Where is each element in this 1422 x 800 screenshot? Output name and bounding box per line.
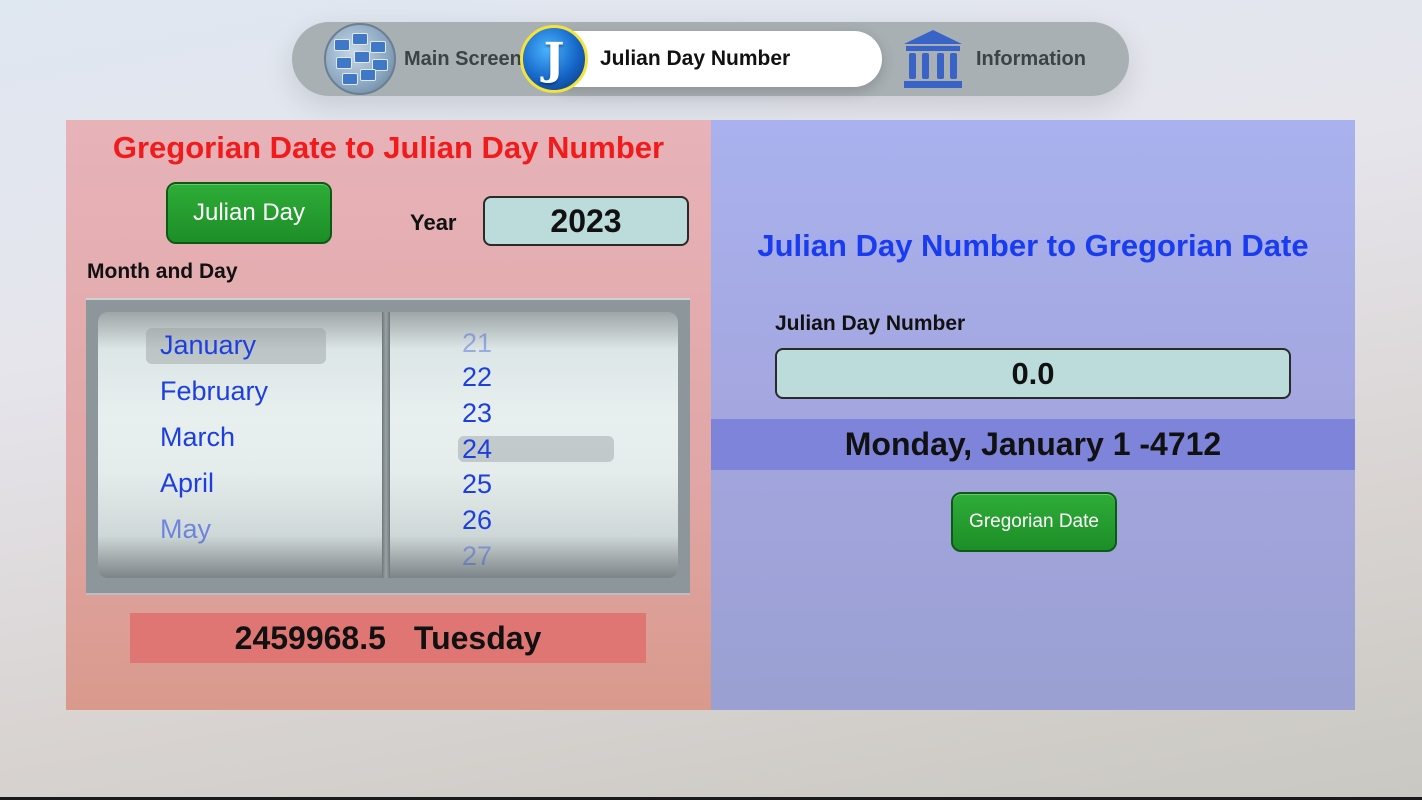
month-item-march[interactable]: March bbox=[160, 422, 235, 453]
tab-julian-day-number[interactable]: J Julian Day Number bbox=[520, 25, 882, 93]
gregorian-to-julian-panel: Gregorian Date to Julian Day Number Juli… bbox=[66, 120, 711, 710]
julian-day-number-label: Julian Day Number bbox=[775, 312, 966, 335]
month-item-april[interactable]: April bbox=[160, 468, 214, 499]
tab-main-screen-label: Main Screen bbox=[404, 47, 522, 70]
julian-to-gregorian-title: Julian Day Number to Gregorian Date bbox=[757, 228, 1309, 263]
tab-julian-day-number-label: Julian Day Number bbox=[600, 47, 791, 70]
julian-day-number-input[interactable]: 0.0 bbox=[775, 348, 1291, 399]
picker-wheels: January February March April May 21 22 2… bbox=[98, 312, 678, 578]
day-item-25[interactable]: 25 bbox=[462, 469, 492, 500]
day-item-27[interactable]: 27 bbox=[462, 541, 492, 572]
year-input[interactable]: 2023 bbox=[483, 196, 689, 246]
day-item-22[interactable]: 22 bbox=[462, 362, 492, 393]
bank-building-icon bbox=[904, 30, 962, 88]
gregorian-to-julian-title: Gregorian Date to Julian Day Number bbox=[112, 130, 665, 165]
tab-bar: Main Screen J Julian Day Number Informat… bbox=[292, 22, 1129, 96]
julian-day-value: 2459968.5 bbox=[234, 619, 386, 656]
weekday-value: Tuesday bbox=[413, 619, 542, 656]
month-item-february[interactable]: February bbox=[160, 376, 268, 407]
gregorian-date-result: Monday, January 1 -4712 bbox=[711, 419, 1355, 470]
tab-main-screen[interactable]: Main Screen bbox=[324, 22, 522, 96]
month-day-label: Month and Day bbox=[87, 260, 238, 283]
day-item-26[interactable]: 26 bbox=[462, 505, 492, 536]
julian-day-result: 2459968.5 Tuesday bbox=[130, 613, 646, 663]
globe-calendar-icon bbox=[324, 23, 396, 95]
day-item-24[interactable]: 24 bbox=[462, 434, 492, 465]
year-label: Year bbox=[410, 210, 457, 235]
julian-to-gregorian-panel: Julian Day Number to Gregorian Date Juli… bbox=[711, 120, 1355, 710]
month-item-january[interactable]: January bbox=[160, 330, 256, 361]
day-item-23[interactable]: 23 bbox=[462, 398, 492, 429]
day-item-21[interactable]: 21 bbox=[462, 328, 492, 359]
picker-divider bbox=[382, 312, 390, 578]
tab-information[interactable]: Information bbox=[900, 22, 1086, 96]
month-day-picker: January February March April May 21 22 2… bbox=[86, 298, 690, 595]
julian-day-button[interactable]: Julian Day bbox=[166, 182, 332, 244]
julian-j-icon: J bbox=[520, 25, 588, 93]
tab-information-label: Information bbox=[976, 47, 1086, 70]
gregorian-date-button[interactable]: Gregorian Date bbox=[951, 492, 1117, 552]
month-item-may[interactable]: May bbox=[160, 514, 211, 545]
